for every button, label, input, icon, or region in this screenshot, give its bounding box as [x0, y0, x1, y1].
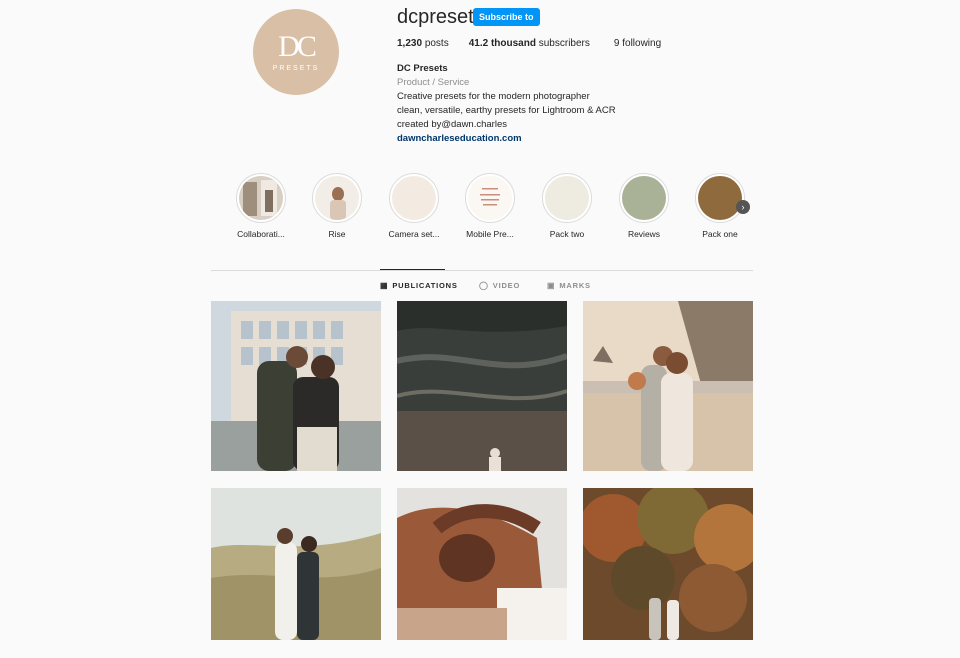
highlight-cover	[315, 176, 359, 220]
video-icon: ◯	[479, 281, 489, 290]
highlight-label: Mobile Pre...	[466, 229, 514, 239]
tab-publications[interactable]: ▦ PUBLICATIONS	[380, 281, 458, 290]
tab-label: VIDEO	[492, 281, 521, 290]
logo-subtitle: PRESETS	[272, 65, 320, 72]
highlight-cover	[468, 176, 512, 220]
logo-mark: DC	[278, 30, 317, 63]
bio-line: Creative presets for the modern photogra…	[397, 91, 590, 102]
highlight-item[interactable]: Mobile Pre...	[452, 173, 528, 239]
tab-marks[interactable]: ▣ MARKS	[547, 281, 591, 290]
website-link[interactable]: dawncharleseducation.com	[397, 132, 616, 146]
highlight-ring	[236, 173, 286, 223]
highlight-ring	[312, 173, 362, 223]
highlight-cover	[392, 176, 436, 220]
highlight-item[interactable]: Camera set...	[376, 173, 452, 239]
post-thumbnail[interactable]	[583, 488, 753, 658]
highlight-label: Camera set...	[388, 229, 440, 239]
subscribers-count: 41.2 thousand	[468, 38, 536, 49]
highlight-cover-image	[315, 176, 359, 220]
highlight-item[interactable]: Reviews	[606, 173, 682, 239]
following-label: following	[622, 38, 662, 49]
post-image	[583, 488, 753, 640]
posts-stat: 1,230 posts	[397, 38, 449, 49]
highlight-cover	[698, 176, 742, 220]
following-stat[interactable]: 9 following	[614, 38, 661, 49]
tag-icon: ▣	[547, 281, 556, 290]
post-image	[397, 301, 567, 471]
highlight-cover-image	[239, 176, 283, 220]
highlight-label: Pack one	[702, 229, 738, 239]
post-image	[583, 301, 753, 471]
post-image	[211, 488, 381, 640]
post-thumbnail[interactable]	[583, 301, 753, 471]
subscribers-label: subscribers	[538, 38, 590, 49]
highlight-label: Pack two	[549, 229, 585, 239]
highlight-ring	[389, 173, 439, 223]
bio-line: clean, versatile, earthy presets for Lig…	[397, 105, 616, 116]
highlight-label: Rise	[328, 229, 346, 239]
highlight-cover	[622, 176, 666, 220]
username: dcpresets	[397, 6, 484, 28]
grid-icon: ▦	[380, 281, 389, 290]
highlight-label: Reviews	[627, 229, 661, 239]
profile-avatar[interactable]: DC PRESETS	[253, 9, 339, 95]
post-image	[397, 488, 567, 640]
highlight-cover	[239, 176, 283, 220]
highlight-item[interactable]: Pack two	[529, 173, 605, 239]
highlight-item[interactable]: Rise	[299, 173, 375, 239]
tab-video[interactable]: ◯ VIDEO	[479, 281, 520, 290]
active-tab-indicator	[380, 269, 445, 270]
highlight-cover-image	[480, 188, 500, 206]
highlight-ring	[542, 173, 592, 223]
post-thumbnail[interactable]	[397, 488, 567, 658]
chevron-right-icon[interactable]: ›	[736, 200, 750, 214]
highlight-ring	[695, 173, 745, 223]
post-thumbnail[interactable]	[211, 488, 381, 658]
highlight-ring	[619, 173, 669, 223]
subscribers-stat[interactable]: 41.2 thousand subscribers	[469, 38, 590, 49]
post-thumbnail[interactable]	[397, 301, 567, 471]
highlight-cover	[545, 176, 589, 220]
post-image	[211, 301, 381, 471]
profile-stats: 1,230 posts 41.2 thousand subscribers 9 …	[397, 38, 681, 49]
tab-label: PUBLICATIONS	[392, 281, 458, 290]
bio-line: created by@dawn.charles	[397, 119, 507, 130]
highlight-item[interactable]: Collaborati...	[223, 173, 299, 239]
highlight-ring	[465, 173, 515, 223]
post-thumbnail[interactable]	[211, 301, 381, 471]
display-name: DC Presets	[397, 63, 448, 74]
highlight-label: Collaborati...	[237, 229, 285, 239]
posts-count: 1,230	[397, 38, 423, 49]
following-count: 9	[613, 38, 620, 49]
profile-bio: DC Presets Product / Service Creative pr…	[397, 62, 616, 146]
posts-label: posts	[424, 38, 449, 49]
tab-label: MARKS	[559, 281, 591, 290]
follow-button[interactable]: Subscribe to	[473, 8, 540, 26]
tabs-divider	[211, 270, 753, 271]
category-label: Product / Service	[397, 77, 470, 88]
